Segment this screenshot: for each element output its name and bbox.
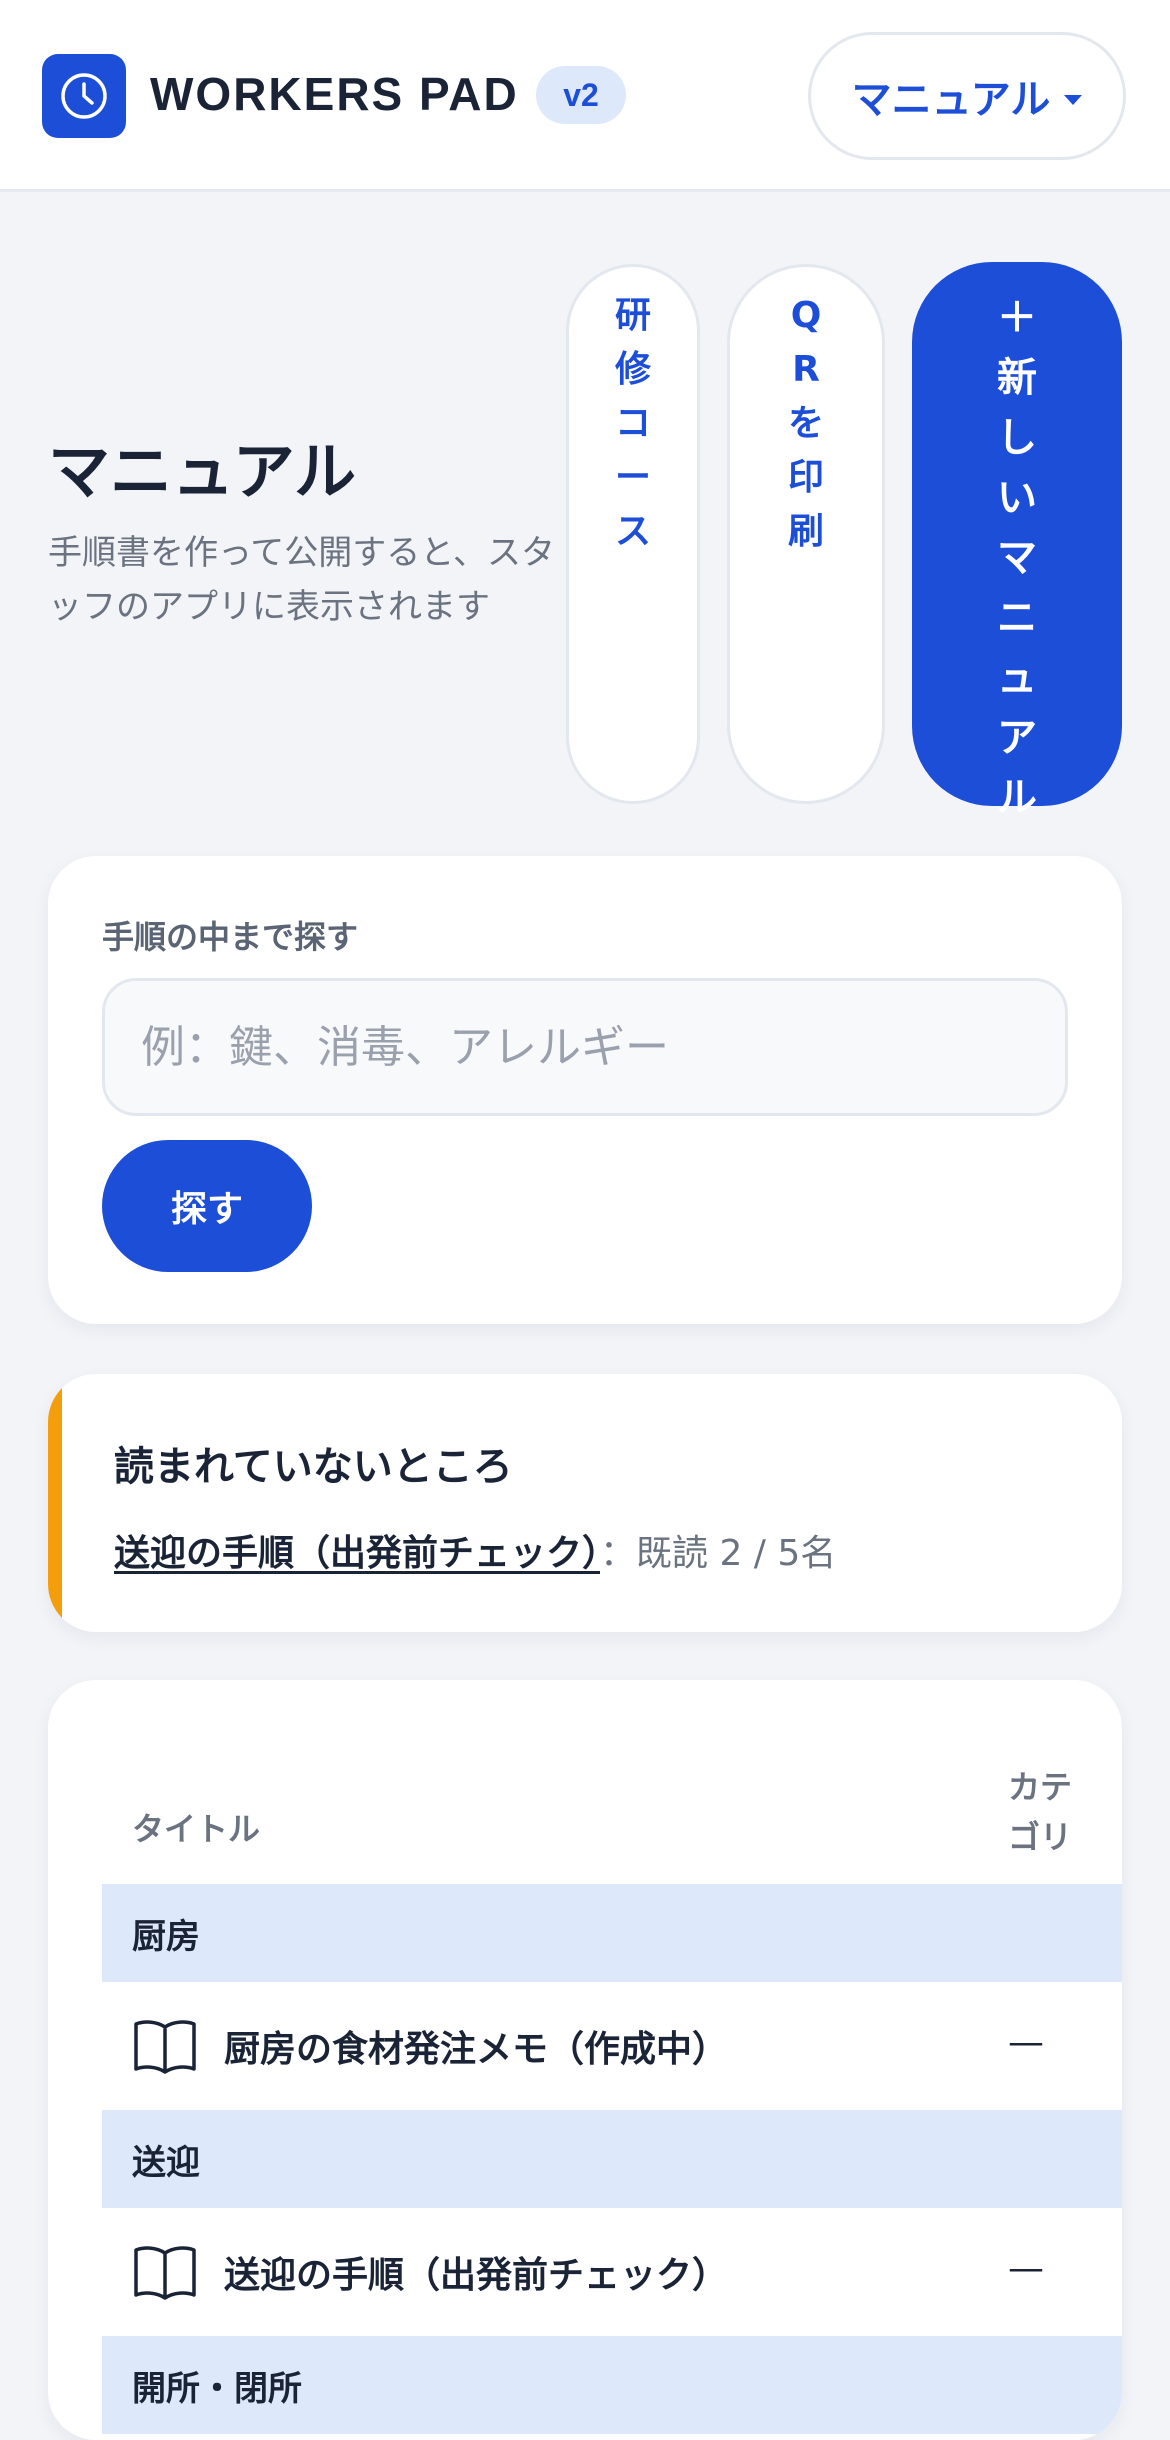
- new-manual-button[interactable]: ＋新しいマニュアル: [912, 262, 1122, 821]
- column-header-category: カテゴリ: [1008, 1768, 1073, 1856]
- section-menu-label: マニュアル: [851, 77, 1051, 123]
- manual-title: 厨房の食材発注メモ（作成中）: [224, 2029, 729, 2070]
- qr-print-button[interactable]: QRを印刷: [727, 264, 885, 804]
- column-header-title: タイトル: [132, 1810, 261, 1848]
- search-label: 手順の中まで探す: [102, 918, 359, 956]
- unread-title: 読まれていないところ: [114, 1444, 513, 1490]
- search-input[interactable]: [102, 978, 1068, 1116]
- search-button[interactable]: 探す: [102, 1140, 312, 1272]
- manual-category: —: [1008, 2248, 1044, 2289]
- qr-print-label: QRを印刷: [787, 295, 824, 552]
- page-title: マニュアル: [48, 435, 357, 508]
- group-row: 送迎: [102, 2110, 1122, 2208]
- page-subtitle: 手順書を作って公開すると、スタッフのアプリに表示されます: [48, 533, 555, 627]
- unread-card: 読まれていないところ 送迎の手順（出発前チェック）：既読 2 / 5名: [48, 1374, 1122, 1632]
- warning-accent-bar: [48, 1374, 62, 1632]
- unread-entry: 送迎の手順（出発前チェック）：既読 2 / 5名: [114, 1524, 836, 1576]
- table-row[interactable]: 送迎の手順（出発前チェック） —: [102, 2208, 1122, 2336]
- version-badge: v2: [536, 66, 626, 124]
- search-card: 手順の中まで探す 探す: [48, 856, 1122, 1324]
- table-header: タイトル カテゴリ: [102, 1762, 1122, 1886]
- book-icon: [134, 2246, 196, 2300]
- training-course-label: 研修コース: [614, 295, 651, 552]
- app-header: WORKERS PAD v2 マニュアル: [0, 0, 1170, 192]
- manual-title: 送迎の手順（出発前チェック）: [224, 2255, 729, 2296]
- read-count: ：既読 2 / 5名: [600, 1533, 837, 1574]
- table-row[interactable]: 厨房の食材発注メモ（作成中） —: [102, 1982, 1122, 2110]
- training-course-button[interactable]: 研修コース: [566, 264, 700, 804]
- table-body: 厨房 厨房の食材発注メモ（作成中） — 送迎 送迎の手順（出発前チェック） — …: [102, 1884, 1122, 2434]
- book-icon: [134, 2020, 196, 2074]
- brand-name: WORKERS PAD: [150, 68, 519, 120]
- manual-table-card: タイトル カテゴリ 厨房 厨房の食材発注メモ（作成中） — 送迎 送迎の手順（出…: [48, 1680, 1122, 2440]
- section-menu-button[interactable]: マニュアル: [808, 32, 1126, 160]
- unread-manual-link[interactable]: 送迎の手順（出発前チェック）: [114, 1533, 600, 1574]
- group-row: 開所・閉所: [102, 2336, 1122, 2434]
- new-manual-label: ＋新しいマニュアル: [997, 295, 1037, 821]
- group-row: 厨房: [102, 1884, 1122, 1982]
- caret-down-icon: [1064, 95, 1083, 105]
- manual-category: —: [1008, 2022, 1044, 2063]
- clock-icon: [42, 54, 126, 138]
